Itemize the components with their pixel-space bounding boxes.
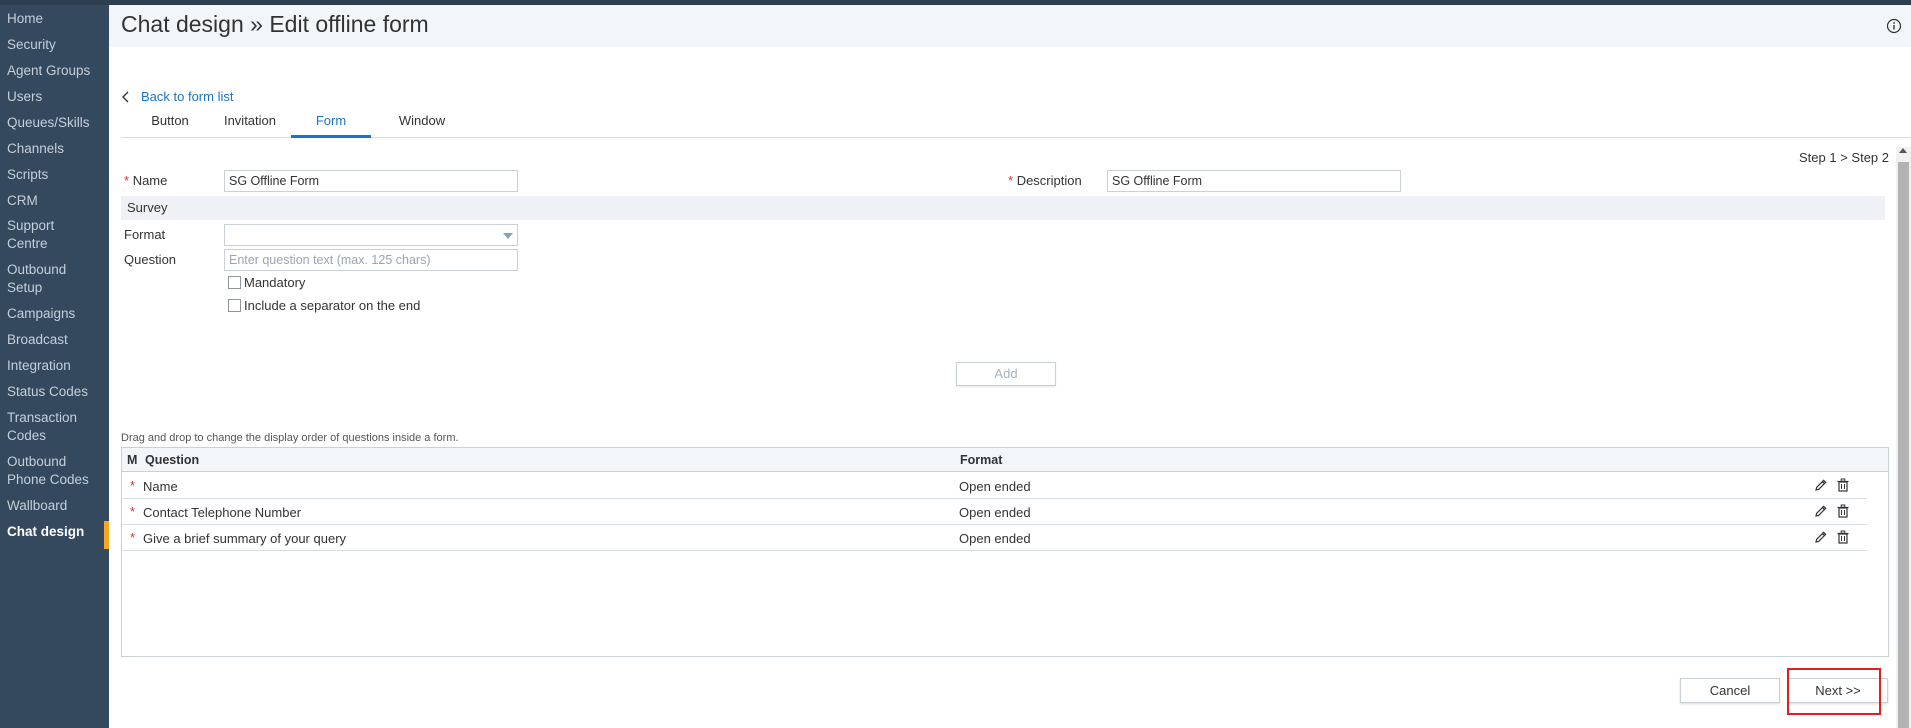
required-mark: * — [130, 530, 136, 545]
sidebar-item-transaction-codes[interactable]: Transaction Codes — [7, 409, 87, 445]
sidebar-item-status-codes[interactable]: Status Codes — [7, 383, 107, 401]
sidebar-item-outbound-setup[interactable]: Outbound Setup — [7, 261, 79, 297]
sidebar-item-agent-groups[interactable]: Agent Groups — [7, 62, 107, 80]
questions-table: M Question Format * Name Open ended * Co… — [121, 447, 1889, 657]
format-label: Format — [124, 227, 166, 242]
required-mark: * — [130, 478, 136, 493]
back-to-form-list-link[interactable]: Back to form list — [119, 89, 233, 104]
sidebar-item-campaigns[interactable]: Campaigns — [7, 305, 107, 323]
question-input[interactable]: Enter question text (max. 125 chars) — [224, 249, 518, 271]
back-link-label: Back to form list — [141, 89, 234, 104]
trash-icon[interactable] — [1836, 478, 1850, 492]
name-label: * Name — [124, 173, 167, 188]
chevron-left-icon — [122, 91, 129, 102]
scrollbar-thumb[interactable] — [1898, 162, 1909, 728]
step-current: Step 1 — [1798, 150, 1837, 165]
required-mark: * — [124, 173, 130, 188]
sidebar-item-broadcast[interactable]: Broadcast — [7, 331, 107, 349]
survey-section-header: Survey — [121, 196, 1885, 220]
description-field[interactable]: SG Offline Form — [1107, 170, 1401, 192]
trash-icon[interactable] — [1836, 504, 1850, 518]
sidebar-item-users[interactable]: Users — [7, 88, 107, 106]
page-header: Chat design » Edit offline form — [109, 5, 1911, 47]
name-field[interactable]: SG Offline Form — [224, 170, 518, 192]
cancel-button[interactable]: Cancel — [1680, 678, 1780, 703]
main-content: Back to form list Button Invitation Form… — [109, 47, 1911, 728]
sidebar-item-integration[interactable]: Integration — [7, 357, 107, 375]
description-label: * Description — [1008, 173, 1082, 188]
tab-invitation[interactable]: Invitation — [211, 113, 289, 137]
table-row[interactable]: * Name Open ended — [122, 473, 1867, 499]
name-label-text: Name — [132, 173, 168, 188]
page-title: Chat design » Edit offline form — [121, 11, 429, 37]
next-button-highlight — [1787, 668, 1881, 715]
required-mark: * — [130, 504, 136, 519]
separator-label: Include a separator on the end — [244, 298, 421, 313]
tab-divider — [121, 137, 1911, 138]
edit-pencil-icon[interactable] — [1814, 478, 1828, 492]
sidebar-item-scripts[interactable]: Scripts — [7, 166, 107, 184]
table-row[interactable]: * Give a brief summary of your query Ope… — [122, 525, 1867, 551]
sidebar-item-security[interactable]: Security — [7, 36, 107, 54]
sidebar-item-wallboard[interactable]: Wallboard — [7, 497, 107, 515]
separator-checkbox[interactable] — [228, 299, 241, 312]
question-cell: Contact Telephone Number — [143, 505, 302, 520]
table-row[interactable]: * Contact Telephone Number Open ended — [122, 499, 1867, 525]
table-header: M Question Format — [122, 448, 1888, 472]
sidebar-item-queues-skills[interactable]: Queues/Skills — [7, 114, 107, 132]
sidebar: Home Security Agent Groups Users Queues/… — [0, 5, 109, 728]
mandatory-label: Mandatory — [244, 275, 306, 290]
trash-icon[interactable] — [1836, 530, 1850, 544]
column-header-format: Format — [960, 453, 1003, 467]
active-tab-indicator — [291, 135, 371, 138]
format-cell: Open ended — [959, 479, 1031, 494]
format-select[interactable] — [224, 224, 518, 246]
survey-label: Survey — [127, 200, 168, 215]
edit-pencil-icon[interactable] — [1814, 530, 1828, 544]
dropdown-arrow-icon — [503, 233, 513, 239]
sidebar-item-chat-design[interactable]: Chat design — [7, 523, 107, 541]
step-indicator: Step 1 > Step 2 — [1799, 150, 1889, 165]
step-next: Step 2 — [1851, 150, 1889, 165]
drag-drop-hint: Drag and drop to change the display orde… — [121, 432, 459, 444]
column-header-question: Question — [145, 453, 200, 467]
question-label: Question — [124, 252, 177, 267]
add-question-button[interactable]: Add — [956, 362, 1056, 386]
question-cell: Name — [143, 479, 178, 494]
tab-form[interactable]: Form — [291, 113, 371, 137]
question-cell: Give a brief summary of your query — [143, 531, 347, 546]
scroll-up-arrow-icon[interactable] — [1899, 148, 1907, 153]
sidebar-item-crm[interactable]: CRM — [7, 192, 107, 210]
sidebar-item-support-centre[interactable]: Support Centre — [7, 217, 77, 253]
tab-button[interactable]: Button — [135, 113, 205, 137]
sidebar-item-channels[interactable]: Channels — [7, 140, 107, 158]
sidebar-item-home[interactable]: Home — [7, 10, 107, 28]
mandatory-checkbox[interactable] — [228, 276, 241, 289]
format-cell: Open ended — [959, 531, 1031, 546]
sidebar-item-outbound-phone-codes[interactable]: Outbound Phone Codes — [7, 453, 97, 489]
column-header-m: M — [127, 453, 138, 467]
info-icon[interactable] — [1886, 18, 1902, 34]
required-mark: * — [1008, 173, 1014, 188]
format-cell: Open ended — [959, 505, 1031, 520]
tab-window[interactable]: Window — [377, 113, 467, 137]
edit-pencil-icon[interactable] — [1814, 504, 1828, 518]
step-separator: > — [1840, 150, 1848, 165]
description-label-text: Description — [1016, 173, 1082, 188]
